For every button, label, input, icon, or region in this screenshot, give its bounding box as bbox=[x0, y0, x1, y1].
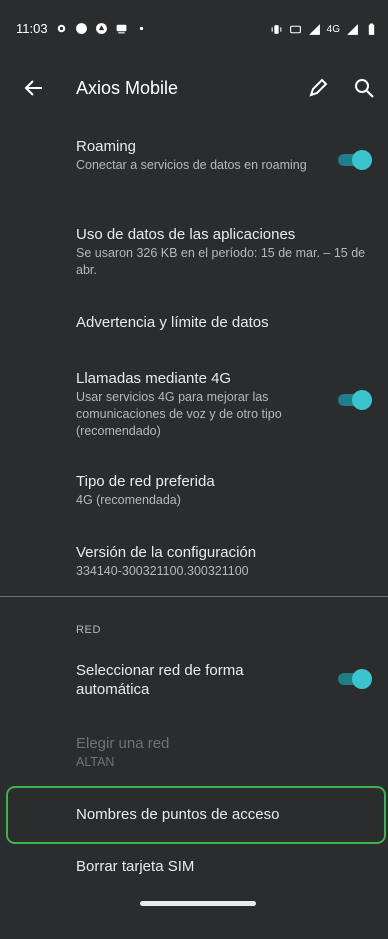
4g-calling-toggle[interactable] bbox=[338, 390, 372, 410]
page-title: Axios Mobile bbox=[76, 78, 179, 98]
roaming-toggle[interactable] bbox=[338, 150, 372, 170]
signal-icon-2 bbox=[347, 24, 358, 35]
4g-calling-subtitle: Usar servicios 4G para mejorar las comun… bbox=[76, 390, 282, 438]
choose-network-subtitle: ALTAN bbox=[76, 755, 115, 769]
network-type-label: 4G bbox=[326, 24, 340, 35]
list-item-auto-network[interactable]: Seleccionar red de forma automática bbox=[76, 661, 376, 699]
list-item-roaming[interactable]: Roaming Conectar a servicios de datos en… bbox=[76, 137, 376, 174]
gesture-nav-handle[interactable] bbox=[140, 901, 256, 906]
data-warning-title: Advertencia y límite de datos bbox=[76, 314, 269, 331]
roaming-title: Roaming bbox=[76, 138, 137, 155]
signal-icon bbox=[308, 24, 320, 35]
list-item-choose-network: Elegir una red ALTAN bbox=[76, 734, 376, 771]
list-item-access-point-names[interactable]: Nombres de puntos de acceso bbox=[76, 805, 376, 824]
vibrate-icon bbox=[271, 25, 282, 34]
config-version-title: Versión de la configuración bbox=[76, 544, 257, 561]
preferred-network-title: Tipo de red preferida bbox=[76, 473, 215, 490]
app-data-usage-title: Uso de datos de las aplicaciones bbox=[76, 226, 296, 243]
config-version-subtitle: 334140-300321100.300321100 bbox=[76, 564, 249, 578]
preferred-network-subtitle: 4G (recomendada) bbox=[76, 493, 181, 507]
volte-icon bbox=[289, 25, 301, 34]
status-bar: 11:03 4G bbox=[0, 0, 388, 40]
list-item-app-data-usage[interactable]: Uso de datos de las aplicaciones Se usar… bbox=[76, 225, 376, 279]
status-time: 11:03 bbox=[16, 21, 48, 36]
edit-pencil-icon[interactable] bbox=[306, 76, 330, 100]
app-notification-icon bbox=[75, 23, 87, 34]
screen-cast-icon bbox=[116, 24, 126, 34]
roaming-subtitle: Conectar a servicios de datos en roaming bbox=[76, 158, 307, 172]
auto-network-toggle[interactable] bbox=[338, 669, 372, 689]
gear-icon bbox=[57, 24, 65, 33]
app-data-usage-subtitle: Se usaron 326 KB en el período: 15 de ma… bbox=[76, 246, 366, 277]
list-item-data-warning[interactable]: Advertencia y límite de datos bbox=[76, 313, 376, 332]
section-header-red: RED bbox=[76, 624, 102, 636]
list-item-preferred-network[interactable]: Tipo de red preferida 4G (recomendada) bbox=[76, 472, 376, 509]
access-point-names-title: Nombres de puntos de acceso bbox=[76, 806, 280, 823]
list-item-config-version[interactable]: Versión de la configuración 334140-30032… bbox=[76, 543, 376, 580]
auto-network-title: Seleccionar red de forma automática bbox=[76, 662, 244, 698]
list-item-4g-calling[interactable]: Llamadas mediante 4G Usar servicios 4G p… bbox=[76, 369, 376, 440]
more-notifications-dot-icon bbox=[139, 26, 143, 31]
app-bar: Axios Mobile bbox=[0, 62, 388, 114]
list-item-erase-sim[interactable]: Borrar tarjeta SIM bbox=[76, 857, 376, 876]
search-icon[interactable] bbox=[352, 76, 376, 100]
back-arrow-icon[interactable] bbox=[22, 76, 46, 100]
4g-calling-title: Llamadas mediante 4G bbox=[76, 370, 232, 387]
battery-icon bbox=[368, 23, 375, 35]
choose-network-title: Elegir una red bbox=[76, 735, 170, 752]
section-divider bbox=[0, 596, 388, 597]
navigation-app-icon bbox=[95, 23, 107, 34]
erase-sim-title: Borrar tarjeta SIM bbox=[76, 858, 195, 875]
